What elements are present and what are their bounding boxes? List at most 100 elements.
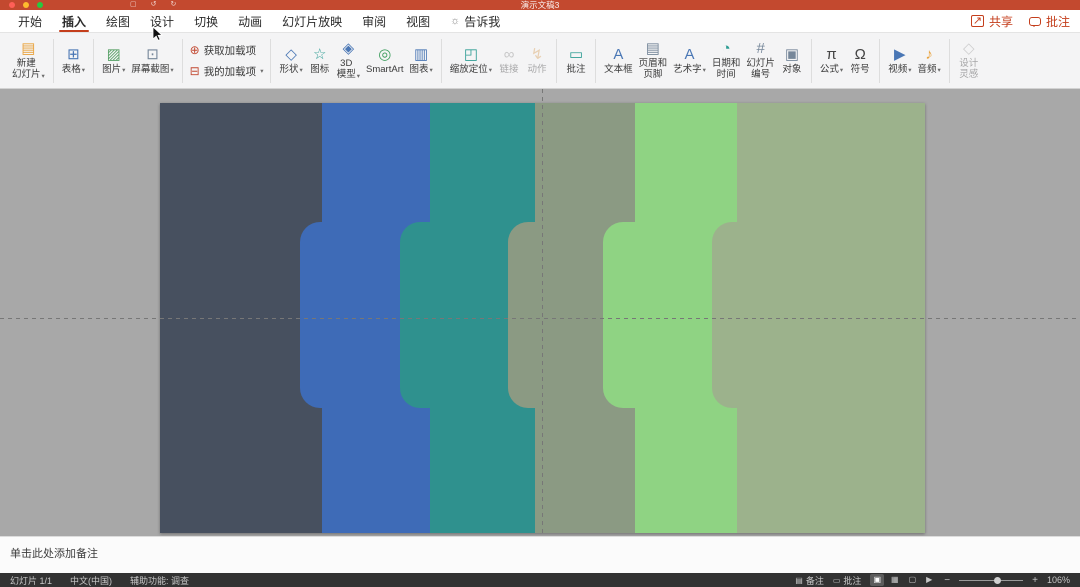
share-button[interactable]: ↗ 共享: [970, 13, 1013, 30]
equation-icon: π: [826, 45, 837, 63]
slide-sorter-view-button[interactable]: ▦: [888, 574, 902, 586]
smartart-icon: ◎: [378, 45, 392, 63]
button-label: 视频 ▾: [888, 63, 911, 76]
comments-button-label: 批注: [1045, 14, 1070, 29]
ribbon-group-separator: [270, 38, 272, 83]
comment-button[interactable]: ▭ 批注: [562, 44, 590, 78]
table-button[interactable]: ⊞ 表格 ▾: [59, 44, 88, 78]
chart-button[interactable]: ▥ 图表 ▾: [407, 44, 436, 78]
header-footer-button[interactable]: ▤ 页眉和 页脚: [636, 38, 671, 83]
menu-tab-animations[interactable]: 动画: [228, 10, 272, 32]
share-icon: ↗: [970, 14, 984, 27]
notes-toggle[interactable]: ▤ 备注: [795, 574, 824, 587]
language-indicator[interactable]: 中文(中国): [70, 574, 112, 587]
get-add-ins-icon: ⊕: [189, 43, 200, 57]
zoom-out-button[interactable]: −: [944, 575, 950, 586]
button-label-text: 图标: [310, 63, 330, 75]
button-label-text: 艺术字: [673, 63, 702, 75]
slide-canvas[interactable]: [0, 89, 1080, 536]
button-label: 形状 ▾: [279, 64, 302, 76]
date-time-button[interactable]: ◔ 日期和 时间: [709, 38, 744, 83]
pictures-button[interactable]: ▨ 图片 ▾: [99, 44, 128, 78]
chevron-down-icon: ▾: [839, 67, 844, 75]
ribbon-group: ▤ 新建 幻灯片 ▾: [6, 38, 51, 83]
slide-number-button[interactable]: # 幻灯片 编号: [743, 38, 778, 83]
button-label-text: 图片: [102, 63, 122, 75]
menu-tab-transitions[interactable]: 切换: [184, 10, 228, 32]
zoom-links-button[interactable]: ◰ 缩放定位 ▾: [447, 44, 495, 78]
smartart-button[interactable]: ◎ SmartArt: [363, 44, 406, 78]
normal-view-button[interactable]: ▣: [870, 574, 884, 586]
ribbon-group-separator: [879, 38, 881, 83]
get-add-ins-button[interactable]: ⊕ 获取加载项: [190, 43, 257, 58]
ribbon-group-separator: [810, 38, 812, 83]
menu-tab-slideshow[interactable]: 幻灯片放映: [272, 10, 352, 32]
notes-pane[interactable]: 单击此处添加备注: [0, 536, 1080, 573]
ribbon-group: ▭ 批注: [559, 44, 593, 78]
zoom-slider[interactable]: [959, 576, 1024, 584]
notes-toggle-label: 备注: [805, 575, 824, 586]
menu-tab-view[interactable]: 视图: [396, 10, 440, 32]
text-box-button[interactable]: A 文本框: [601, 44, 636, 78]
button-label: 批注: [567, 64, 586, 76]
screenshot-button[interactable]: ⊡ 屏幕截图 ▾: [128, 44, 176, 78]
horizontal-guide[interactable]: [0, 318, 1080, 319]
slide-shape-sage-tab[interactable]: [712, 222, 925, 408]
my-add-ins-button[interactable]: ⊟ 我的加载项 ▾: [190, 64, 264, 79]
symbol-button[interactable]: Ω 符号: [846, 44, 874, 78]
comments-toggle-label: 批注: [843, 575, 862, 586]
button-label: SmartArt: [366, 64, 403, 76]
audio-button[interactable]: ♪ 音频 ▾: [914, 44, 943, 78]
slide-counter[interactable]: 幻灯片 1/1: [10, 574, 52, 587]
object-button[interactable]: ▣ 对象: [778, 44, 806, 78]
menu-tab-label: 切换: [194, 14, 219, 29]
button-label-text: 表格: [61, 63, 81, 75]
button-label: 音频 ▾: [917, 64, 940, 76]
menu-tab-draw[interactable]: 绘图: [96, 10, 140, 32]
button-label-text: 设计 灵感: [959, 58, 979, 80]
menu-tab-insert[interactable]: 插入: [52, 10, 96, 32]
video-button[interactable]: ▶ 视频 ▾: [885, 44, 914, 78]
ribbon-group-separator: [52, 38, 54, 83]
button-label: 链接: [500, 64, 519, 76]
screenshot-icon: ⊡: [146, 45, 159, 63]
ribbon-group-separator: [440, 38, 442, 83]
reading-view-button[interactable]: ▢: [906, 574, 920, 586]
comment-icon: [1028, 16, 1041, 27]
menu-tab-tell-me[interactable]: ☼ 告诉我: [440, 10, 510, 32]
icons-button[interactable]: ☆ 图标: [306, 44, 334, 78]
menu-tab-home[interactable]: 开始: [8, 10, 52, 32]
wordart-icon: A: [684, 45, 695, 63]
link-icon: ∞: [503, 45, 515, 63]
header-footer-icon: ▤: [645, 40, 660, 58]
slideshow-view-button[interactable]: ▶: [923, 574, 935, 586]
status-left: 幻灯片 1/1 中文(中国) 辅助功能: 调查: [10, 574, 189, 587]
vertical-guide[interactable]: [542, 89, 543, 536]
menu-tab-label: 告诉我: [464, 14, 501, 29]
button-label: 屏幕截图 ▾: [131, 64, 173, 76]
shapes-button[interactable]: ◇ 形状 ▾: [276, 44, 305, 78]
button-label: 日期和 时间: [712, 58, 741, 81]
wordart-button[interactable]: A 艺术字 ▾: [670, 44, 709, 78]
menu-tab-review[interactable]: 审阅: [352, 10, 396, 32]
button-label: 3D 模型 ▾: [337, 58, 360, 81]
status-right: ▤ 备注 ▭ 批注 ▣ ▦ ▢ ▶ − + 106%: [795, 574, 1070, 587]
comments-toggle[interactable]: ▭ 批注: [833, 574, 862, 587]
zoom-level[interactable]: 106%: [1047, 575, 1070, 585]
button-label-text: 视频: [888, 63, 908, 75]
zoom-slider-knob[interactable]: [994, 576, 1002, 584]
menu-tabs: 开始 插入 绘图 设计 切换 动画 幻灯片放映 审阅 视图 ☼ 告诉我: [8, 10, 510, 32]
chevron-down-icon: ▾: [122, 67, 126, 75]
equation-button[interactable]: π 公式 ▾: [817, 44, 846, 78]
zoom-in-button[interactable]: +: [1032, 575, 1038, 586]
3d-models-button[interactable]: ◈ 3D 模型 ▾: [334, 38, 363, 83]
accessibility-status[interactable]: 辅助功能: 调查: [130, 574, 189, 587]
button-label: 获取加载项: [203, 44, 257, 57]
button-label-text: 页眉和 页脚: [638, 58, 668, 80]
my-add-ins-icon: ⊟: [189, 64, 200, 78]
button-label-text: 图表: [409, 63, 429, 75]
text-box-icon: A: [613, 45, 624, 63]
comments-panel-button[interactable]: 批注: [1028, 13, 1070, 30]
ribbon-group: ▨ 图片 ▾ ⊡ 屏幕截图 ▾: [96, 44, 180, 78]
new-slide-button[interactable]: ▤ 新建 幻灯片 ▾: [9, 38, 48, 83]
